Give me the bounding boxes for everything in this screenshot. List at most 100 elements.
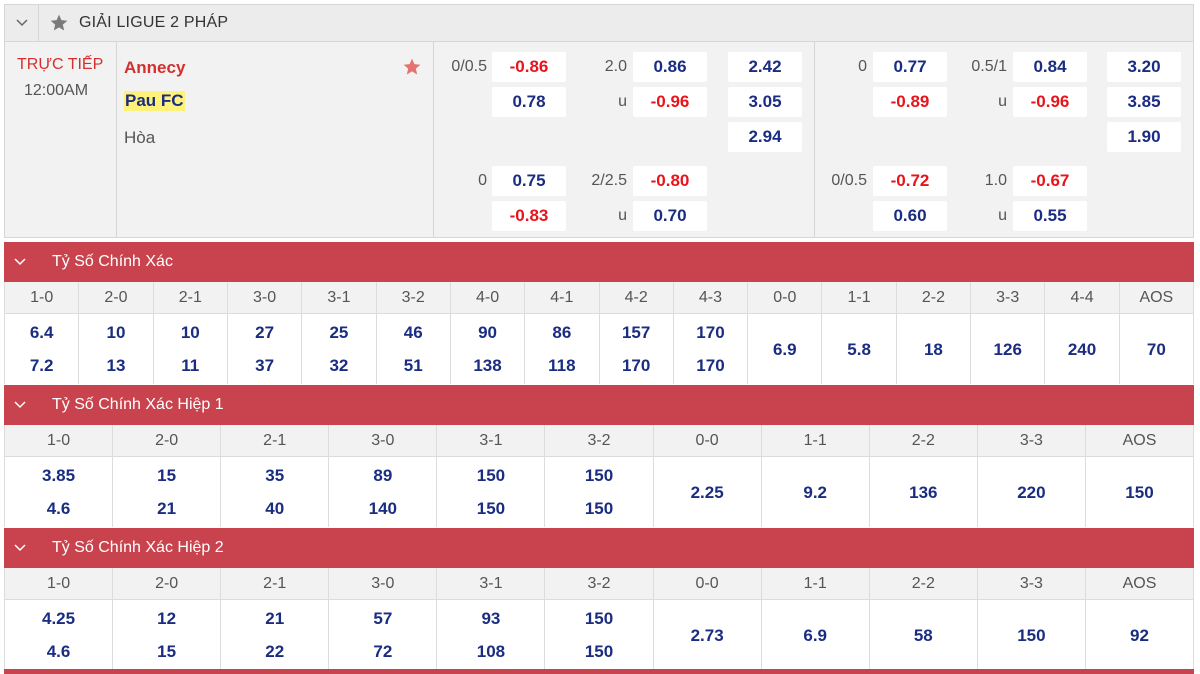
score-odds-cell: 6.9 <box>748 314 823 384</box>
score-odd-value[interactable]: 2.25 <box>654 483 761 503</box>
score-odd-value[interactable]: 70 <box>1120 340 1193 360</box>
section-header-correct-score-h1[interactable]: Tỷ Số Chính Xác Hiệp 1 <box>4 385 1194 425</box>
h1-handicap-home-odd[interactable]: 0.77 <box>873 52 947 82</box>
ft-over2-odd[interactable]: -0.80 <box>633 166 707 196</box>
away-team[interactable]: Pau FC <box>124 91 185 111</box>
score-odd-value[interactable]: 118 <box>525 356 598 376</box>
score-odd-value[interactable]: 93 <box>437 609 544 629</box>
ft-1x2-home-odd[interactable]: 2.42 <box>728 52 802 82</box>
h1-under-odd[interactable]: -0.96 <box>1013 87 1087 117</box>
score-odd-value[interactable]: 46 <box>377 323 450 343</box>
h1-under2-odd[interactable]: 0.55 <box>1013 201 1087 231</box>
collapse-chevron-icon[interactable] <box>4 544 36 552</box>
h1-handicap2-home-odd[interactable]: -0.72 <box>873 166 947 196</box>
section-header-correct-score[interactable]: Tỷ Số Chính Xác <box>4 242 1194 282</box>
score-odd-value[interactable]: 22 <box>221 642 328 662</box>
ft-handicap-away-odd[interactable]: 0.78 <box>492 87 566 117</box>
score-odd-value[interactable]: 5.8 <box>822 340 895 360</box>
score-odd-value[interactable]: 4.6 <box>5 499 112 519</box>
score-odd-value[interactable]: 92 <box>1086 626 1193 646</box>
score-odd-value[interactable]: 18 <box>897 340 970 360</box>
score-odd-value[interactable]: 140 <box>329 499 436 519</box>
score-odd-value[interactable]: 15 <box>113 642 220 662</box>
favorite-league-star-icon[interactable] <box>39 13 79 33</box>
teams-cell: Annecy Pau FC Hòa <box>118 42 434 238</box>
correct-score-h1-table: 1-0 2-0 2-1 3-0 3-1 3-2 0-0 1-1 2-2 3-3 AOS 3.85 4.6… <box>4 425 1195 527</box>
score-odd-value[interactable]: 150 <box>1086 483 1193 503</box>
score-odd-value[interactable]: 157 <box>600 323 673 343</box>
ft-under-odd[interactable]: -0.96 <box>633 87 707 117</box>
score-column-header: 3-1 <box>437 568 546 599</box>
ft-handicap-home-odd[interactable]: -0.86 <box>492 52 566 82</box>
score-odd-value[interactable]: 35 <box>221 466 328 486</box>
score-odd-value[interactable]: 12 <box>113 609 220 629</box>
score-odd-value[interactable]: 138 <box>451 356 524 376</box>
ft-1x2-away-odd[interactable]: 3.05 <box>728 87 802 117</box>
score-odd-value[interactable]: 10 <box>154 323 227 343</box>
score-odd-value[interactable]: 136 <box>870 483 977 503</box>
ft-under2-odd[interactable]: 0.70 <box>633 201 707 231</box>
score-odd-value[interactable]: 108 <box>437 642 544 662</box>
score-odd-value[interactable]: 10 <box>79 323 152 343</box>
score-odd-value[interactable]: 170 <box>600 356 673 376</box>
score-odd-value[interactable]: 7.2 <box>5 356 78 376</box>
h1-1x2-home-odd[interactable]: 3.20 <box>1107 52 1181 82</box>
score-odd-value[interactable]: 150 <box>545 466 652 486</box>
ft-handicap2-away-odd[interactable]: -0.83 <box>492 201 566 231</box>
score-odd-value[interactable]: 6.4 <box>5 323 78 343</box>
h1-over2-odd[interactable]: -0.67 <box>1013 166 1087 196</box>
collapse-chevron-icon[interactable] <box>4 401 36 409</box>
score-odd-value[interactable]: 6.9 <box>762 626 869 646</box>
score-odd-value[interactable]: 40 <box>221 499 328 519</box>
score-odd-value[interactable]: 21 <box>221 609 328 629</box>
collapse-chevron-icon[interactable] <box>5 5 39 41</box>
score-odd-value[interactable]: 3.85 <box>5 466 112 486</box>
score-odd-value[interactable]: 89 <box>329 466 436 486</box>
score-odd-value[interactable]: 150 <box>437 499 544 519</box>
h1-1x2-draw-odd[interactable]: 1.90 <box>1107 122 1181 152</box>
h1-over-odd[interactable]: 0.84 <box>1013 52 1087 82</box>
score-odd-value[interactable]: 21 <box>113 499 220 519</box>
score-odd-value[interactable]: 170 <box>674 323 747 343</box>
score-odd-value[interactable]: 86 <box>525 323 598 343</box>
score-odd-value[interactable]: 126 <box>971 340 1044 360</box>
score-odd-value[interactable]: 150 <box>545 499 652 519</box>
score-odd-value[interactable]: 150 <box>545 642 652 662</box>
score-odd-value[interactable]: 170 <box>674 356 747 376</box>
score-odd-value[interactable]: 9.2 <box>762 483 869 503</box>
score-odd-value[interactable]: 6.9 <box>748 340 821 360</box>
home-team[interactable]: Annecy <box>124 58 185 78</box>
league-header[interactable]: GIẢI LIGUE 2 PHÁP <box>4 4 1194 42</box>
score-odd-value[interactable]: 72 <box>329 642 436 662</box>
score-odd-value[interactable]: 15 <box>113 466 220 486</box>
collapse-chevron-icon[interactable] <box>4 258 36 266</box>
score-odd-value[interactable]: 58 <box>870 626 977 646</box>
score-odd-value[interactable]: 32 <box>302 356 375 376</box>
score-odd-value[interactable]: 11 <box>154 356 227 376</box>
ft-1x2-draw-odd[interactable]: 2.94 <box>728 122 802 152</box>
section-header-correct-score-h2[interactable]: Tỷ Số Chính Xác Hiệp 2 <box>4 528 1194 568</box>
score-odd-value[interactable]: 150 <box>978 626 1085 646</box>
score-odd-value[interactable]: 220 <box>978 483 1085 503</box>
score-odd-value[interactable]: 2.73 <box>654 626 761 646</box>
h1-1x2-away-odd[interactable]: 3.85 <box>1107 87 1181 117</box>
score-odd-value[interactable]: 150 <box>545 609 652 629</box>
score-odd-value[interactable]: 27 <box>228 323 301 343</box>
score-odd-value[interactable]: 51 <box>377 356 450 376</box>
score-odd-value[interactable]: 25 <box>302 323 375 343</box>
score-odd-value[interactable]: 90 <box>451 323 524 343</box>
score-odds-cell: 5.8 <box>822 314 897 384</box>
h1-handicap2-away-odd[interactable]: 0.60 <box>873 201 947 231</box>
ft-handicap2-home-odd[interactable]: 0.75 <box>492 166 566 196</box>
h1-handicap2-line: 0/0.5 <box>831 172 867 189</box>
score-odd-value[interactable]: 37 <box>228 356 301 376</box>
score-odd-value[interactable]: 4.25 <box>5 609 112 629</box>
favorite-match-star-icon[interactable] <box>402 57 422 82</box>
score-odd-value[interactable]: 57 <box>329 609 436 629</box>
score-odd-value[interactable]: 150 <box>437 466 544 486</box>
score-odd-value[interactable]: 13 <box>79 356 152 376</box>
score-odd-value[interactable]: 240 <box>1045 340 1118 360</box>
h1-handicap-away-odd[interactable]: -0.89 <box>873 87 947 117</box>
ft-over-odd[interactable]: 0.86 <box>633 52 707 82</box>
score-odd-value[interactable]: 4.6 <box>5 642 112 662</box>
